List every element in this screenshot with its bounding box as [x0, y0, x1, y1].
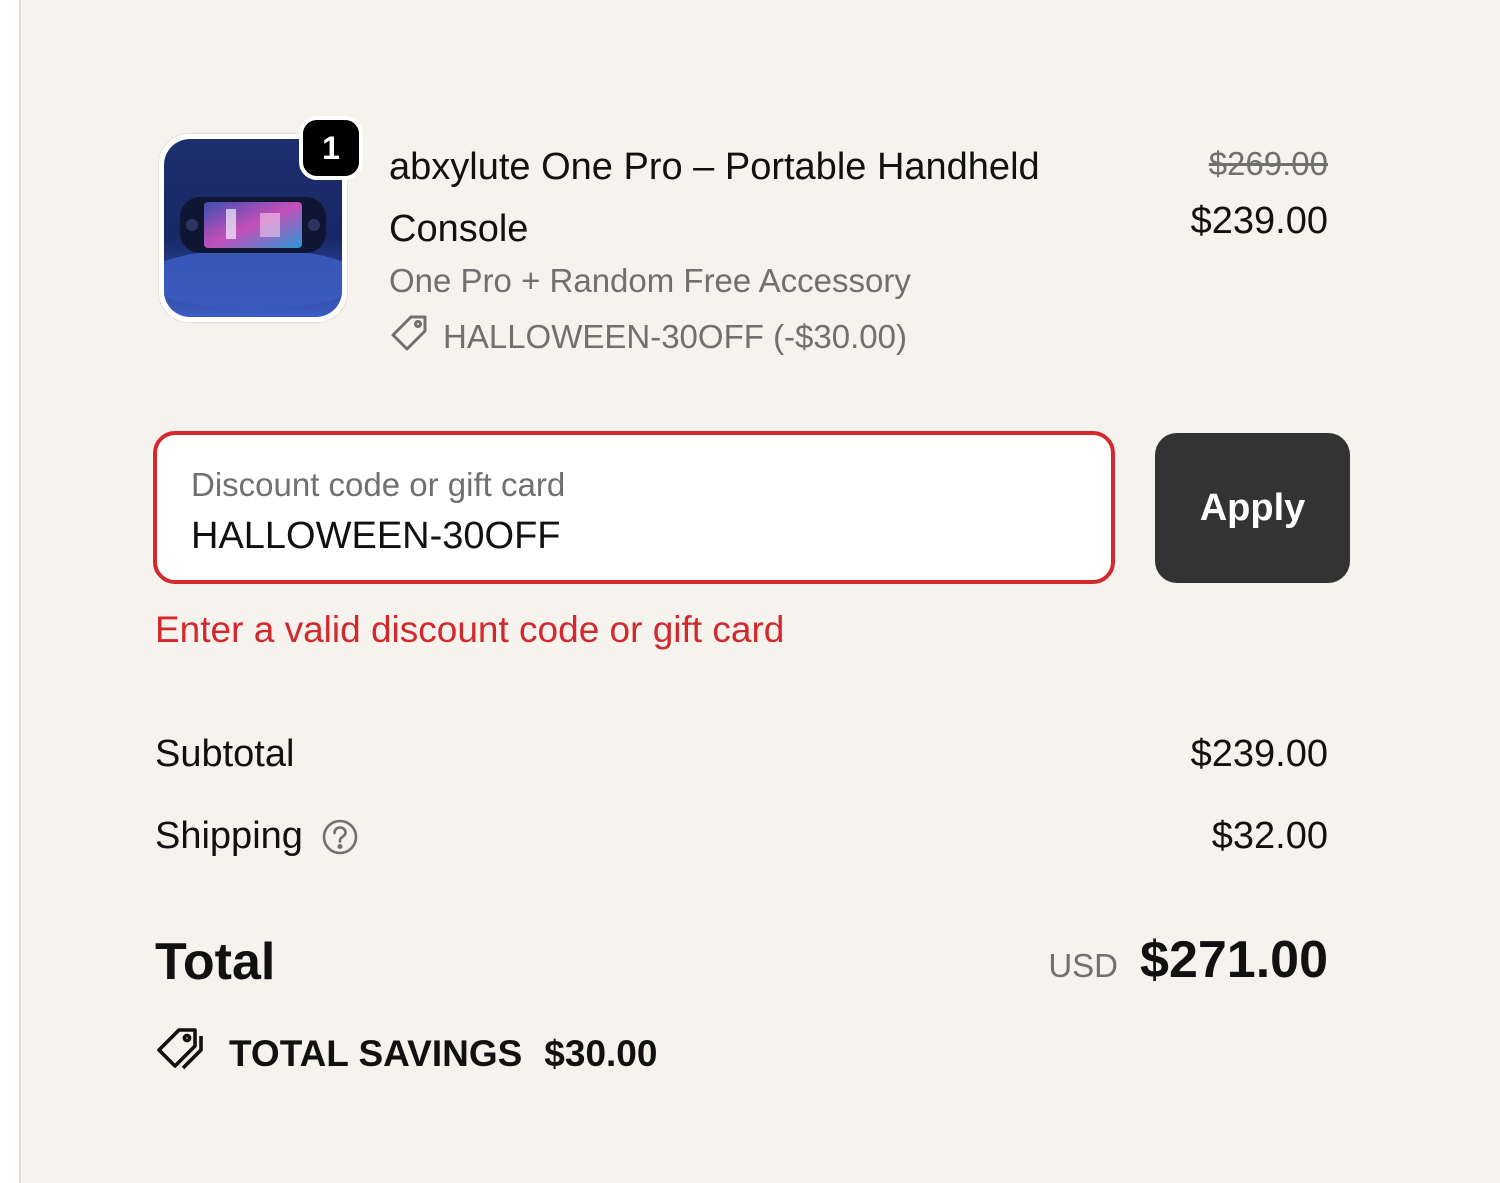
discount-error-message: Enter a valid discount code or gift card: [155, 609, 785, 650]
apply-button[interactable]: Apply: [1155, 433, 1350, 583]
discount-field-label: Discount code or gift card: [191, 466, 566, 503]
shipping-value: $32.00: [1211, 815, 1328, 857]
product-title: abxylute One Pro – Portable Handheld Con…: [389, 146, 1040, 250]
savings-label: TOTAL SAVINGS: [229, 1032, 523, 1074]
order-summary-panel: 1 abxylute One Pro – Portable Handheld C…: [19, 0, 1500, 1183]
price-current: $239.00: [1190, 200, 1328, 242]
discount-code-field[interactable]: Discount code or gift card HALLOWEEN-30O…: [153, 431, 1115, 584]
total-label: Total: [155, 933, 276, 991]
currency-code: USD: [1048, 947, 1119, 984]
subtotal-value: $239.00: [1190, 733, 1328, 775]
savings-value: $30.00: [544, 1032, 658, 1074]
discount-code-input[interactable]: HALLOWEEN-30OFF: [191, 515, 561, 558]
shipping-label: Shipping: [155, 815, 303, 857]
price-original: $269.00: [1208, 145, 1328, 182]
subtotal-label: Subtotal: [155, 733, 295, 775]
help-circle-icon[interactable]: [321, 818, 359, 856]
total-value: $271.00: [1140, 931, 1328, 989]
double-tag-icon: [155, 1026, 207, 1081]
total-amount: USD $271.00: [1048, 930, 1328, 990]
shipping-row: Shipping: [155, 815, 359, 858]
product-discount-line: HALLOWEEN-30OFF (-$30.00): [389, 313, 907, 361]
product-discount-text: HALLOWEEN-30OFF (-$30.00): [443, 318, 907, 355]
product-thumbnail: 1: [159, 116, 363, 322]
quantity-badge: 1: [299, 116, 363, 180]
total-savings: TOTAL SAVINGS $30.00: [155, 1026, 657, 1081]
tag-icon: [389, 313, 443, 361]
product-variant: One Pro + Random Free Accessory: [389, 262, 911, 299]
